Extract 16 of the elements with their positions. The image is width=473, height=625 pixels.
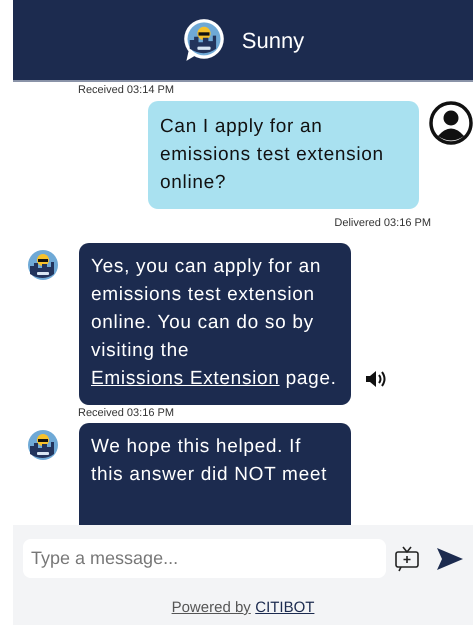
send-icon[interactable]: [436, 546, 464, 570]
logo-icon: [182, 18, 226, 62]
user-message: Can I apply for an emissions test extension online?: [148, 101, 419, 209]
powered-by-text: Powered by: [172, 599, 251, 616]
speaker-icon[interactable]: [365, 369, 387, 389]
chat-title: Sunny: [242, 26, 304, 55]
message-field[interactable]: Type a message...: [23, 539, 386, 578]
citibot-link[interactable]: CITIBOT: [255, 599, 314, 616]
user-avatar-icon: [429, 101, 473, 145]
add-media-icon[interactable]: [394, 546, 420, 572]
emissions-link[interactable]: Emissions Extension: [91, 368, 280, 389]
message-timestamp: Received 03:16 PM: [78, 406, 175, 421]
message-timestamp: Delivered 03:16 PM: [333, 216, 431, 231]
message-timestamp: Received 03:14 PM: [78, 83, 175, 98]
bot-message: We hope this helped. If this answer did NOT meet: [79, 423, 351, 525]
bot-message: Yes, you can apply for an emissions test extension online. You can do so by visiting the Emissions Extension page.: [79, 243, 351, 405]
